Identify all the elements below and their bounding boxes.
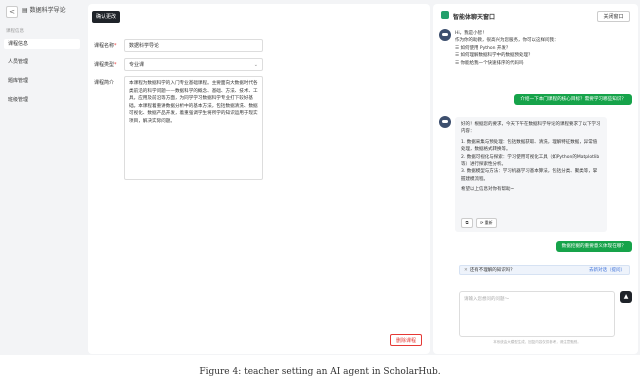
- bot-reply: 好的！根据您的要求，今天下午在数据科学导论的课程要求了以下学习内容： 1. 数据…: [455, 117, 607, 232]
- figure-caption: Figure 4: teacher setting an AI agent in…: [199, 367, 441, 377]
- course-intro-label: 课程简介: [94, 80, 115, 86]
- tip-bar: ✕ 还有不理解的知识吗？ 去新对话（提问）: [459, 265, 630, 275]
- delete-course-button[interactable]: 删除课程: [390, 334, 422, 346]
- sidebar: < ▤ 数据科学导论 课程信息 课程信息 人员管理 题库管理 班级管理: [0, 0, 86, 355]
- sidebar-item-people[interactable]: 人员管理: [4, 57, 80, 67]
- course-category-label-text: 课程类型: [94, 62, 115, 68]
- suggestion-item[interactable]: ☰ 如何使用 Python 开发？: [455, 45, 559, 52]
- chat-disclaimer: 本系统由大模型生成，回复内容仅供参考，请注意甄别。: [493, 340, 581, 344]
- bot-avatar: [439, 29, 451, 41]
- reply-actions: ⧉ ⟳ 重新: [461, 218, 497, 228]
- course-category-select[interactable]: 专业课 ⌄: [124, 58, 263, 71]
- agent-chat-panel: 智能体聊天窗口 关闭窗口 Hi，我是小智！ 作为你的助教，很高兴为您服务，你可以…: [433, 4, 638, 354]
- greeting-line: Hi，我是小智！: [455, 31, 487, 36]
- chat-logo-icon: [441, 11, 449, 19]
- course-category-value: 专业课: [129, 62, 145, 68]
- course-name-label: 课程名称*: [94, 42, 117, 49]
- back-button[interactable]: <: [6, 6, 18, 18]
- close-chat-button[interactable]: 关闭窗口: [597, 11, 630, 22]
- course-name-label-text: 课程名称: [94, 43, 115, 49]
- tip-text: 还有不理解的知识吗？: [469, 268, 515, 273]
- sidebar-item-course-info[interactable]: 课程信息: [4, 39, 80, 49]
- suggestion-item[interactable]: ☰ 如何理解数据科学中的数据预处理？: [455, 52, 559, 59]
- chat-input[interactable]: 请输入您想问的问题～: [459, 291, 615, 337]
- course-intro-textarea[interactable]: 本课程为数据科学的入门专业基础课程。主要面向大数据时代各类前沿的科学问题——数据…: [124, 76, 263, 180]
- sidebar-item-classes[interactable]: 班级管理: [4, 95, 80, 105]
- course-form-card: 确认更改 课程名称* 数据科学导论 课程类型* 专业课 ⌄ 课程简介 本课程为数…: [88, 4, 430, 354]
- reply-item: 1. 数据采集与预处理：包括数据获取、清洗，理解特征数据，异常值处理，数据格式转…: [461, 139, 598, 153]
- sidebar-item-question-bank[interactable]: 题库管理: [4, 76, 80, 86]
- suggestion-item[interactable]: ☰ 你能给我一个快速排序的代码吗: [455, 60, 559, 67]
- bot-greeting: Hi，我是小智！ 作为你的助教，很高兴为您服务，你可以这样问我： ☰ 如何使用 …: [455, 30, 559, 67]
- app-title: ▤ 数据科学导论: [22, 7, 66, 14]
- sidebar-section-label: 课程信息: [6, 29, 24, 34]
- close-icon[interactable]: ✕: [464, 268, 468, 273]
- bot-avatar: [439, 116, 451, 128]
- copy-icon[interactable]: ⧉: [461, 218, 473, 228]
- chat-title: 智能体聊天窗口: [453, 14, 496, 21]
- app-window: < ▤ 数据科学导论 课程信息 课程信息 人员管理 题库管理 班级管理 确认更改…: [0, 0, 640, 355]
- reply-footer: 希望以上信息对你有帮助~: [461, 187, 515, 193]
- reply-intro: 好的！根据您的要求，今天下午在数据科学导论的课程要求了以下学习内容：: [461, 122, 601, 135]
- greeting-line: 作为你的助教，很高兴为您服务，你可以这样问我：: [455, 38, 559, 44]
- new-conversation-link[interactable]: 去新对话（提问）: [589, 266, 625, 276]
- course-category-label: 课程类型*: [94, 61, 117, 68]
- reply-item: 2. 数据可视化与探索：学习使用可视化工具（如Python的Matplotlib…: [461, 154, 600, 168]
- confirm-changes-button[interactable]: 确认更改: [92, 11, 120, 23]
- required-mark: *: [114, 43, 117, 49]
- required-mark: *: [114, 62, 117, 68]
- user-message: 数据挖掘的重要意义体现在哪？: [555, 241, 632, 252]
- user-message: 介绍一下本门课程的核心目标？需要学习哪些知识？: [514, 94, 632, 105]
- reply-item: 3. 数据模型与方法：学习机器学习基本算法，包括分类、聚类等，掌握建模流程。: [461, 169, 598, 182]
- send-icon[interactable]: ▲: [620, 291, 632, 303]
- course-name-input[interactable]: 数据科学导论: [124, 39, 263, 52]
- regenerate-button[interactable]: ⟳ 重新: [476, 218, 497, 228]
- chevron-down-icon: ⌄: [253, 62, 258, 68]
